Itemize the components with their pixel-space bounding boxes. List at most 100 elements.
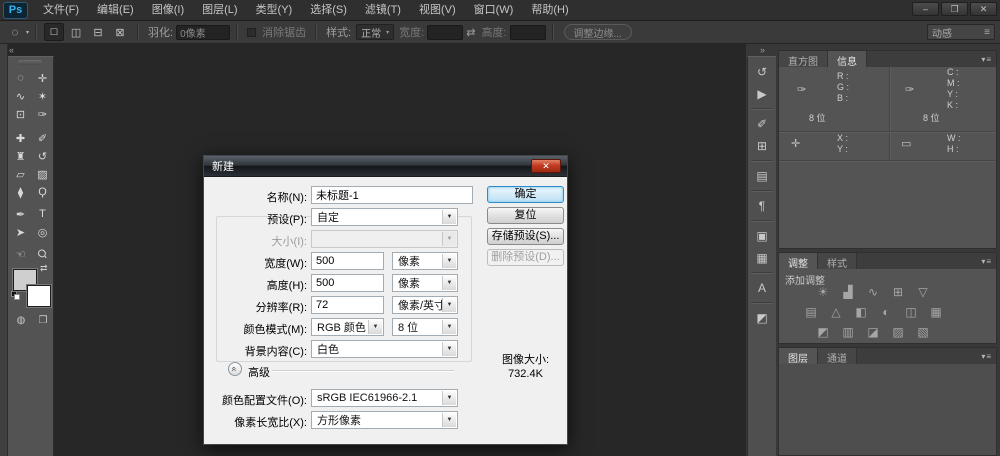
advanced-collapse-button[interactable]: «	[228, 362, 242, 376]
feather-input[interactable]	[176, 25, 230, 40]
panel-menu-icon[interactable]: ▾≡	[981, 55, 992, 64]
subtract-selection-mode-icon[interactable]: ⊟	[88, 23, 108, 41]
menu-help[interactable]: 帮助(H)	[522, 0, 577, 21]
screen-mode-button[interactable]: ❐	[33, 313, 53, 328]
blur-tool-icon[interactable]: ⧫	[10, 183, 31, 201]
hue-saturation-icon[interactable]: ▤	[803, 305, 819, 319]
menu-edit[interactable]: 编辑(E)	[88, 0, 143, 21]
tab-adjustments[interactable]: 调整	[779, 253, 818, 269]
curves-icon[interactable]: ∿	[865, 285, 881, 299]
menu-view[interactable]: 视图(V)	[410, 0, 465, 21]
name-input[interactable]	[311, 186, 473, 204]
clone-stamp-tool-icon[interactable]: ♜	[10, 147, 31, 165]
dialog-close-button[interactable]: ✕	[531, 159, 561, 173]
actions-panel-icon[interactable]: ▶	[751, 84, 773, 104]
menu-filter[interactable]: 滤镜(T)	[356, 0, 410, 21]
height-input[interactable]	[510, 25, 546, 40]
height-unit-dropdown[interactable]: 像素▼	[392, 274, 458, 292]
properties-panel-icon[interactable]: ▣	[751, 226, 773, 246]
swap-dimensions-icon[interactable]: ⇄	[466, 26, 475, 39]
type-tool-icon[interactable]: T	[32, 205, 53, 223]
marquee-tool-icon[interactable]: ◌	[5, 23, 25, 41]
vibrance-icon[interactable]: ▽	[915, 285, 931, 299]
path-selection-tool-icon[interactable]: ➤	[10, 223, 31, 241]
swap-colors-icon[interactable]: ⇄	[40, 263, 48, 274]
pixel-aspect-ratio-dropdown[interactable]: 方形像素▼	[311, 411, 458, 429]
history-panel-icon[interactable]: ↺	[751, 62, 773, 82]
levels-icon[interactable]: ▟	[840, 285, 856, 299]
photo-filter-icon[interactable]: ◐	[878, 305, 894, 319]
collapse-panels-chevron-icon[interactable]: »	[760, 45, 765, 55]
crop-tool-icon[interactable]: ⊡	[10, 105, 31, 123]
save-preset-button[interactable]: 存储预设(S)...	[487, 228, 564, 245]
antialias-checkbox[interactable]	[247, 28, 256, 37]
intersect-selection-mode-icon[interactable]: ⊠	[110, 23, 130, 41]
elliptical-marquee-tool-icon[interactable]: ◌	[10, 69, 31, 87]
tab-info[interactable]: 信息	[828, 51, 867, 67]
layer-comps-panel-icon[interactable]: ▤	[751, 166, 773, 186]
preset-dropdown[interactable]: 自定▼	[311, 208, 458, 226]
panel-menu-icon[interactable]: ▾≡	[981, 257, 992, 266]
tool-preset-caret-icon[interactable]: ▾	[26, 29, 29, 36]
new-selection-mode-icon[interactable]: □	[44, 23, 64, 41]
posterize-icon[interactable]: ▥	[840, 325, 856, 339]
dialog-title-bar[interactable]: 新建	[204, 156, 567, 177]
color-themes-panel-icon[interactable]: ◩	[751, 308, 773, 328]
style-dropdown[interactable]: 正常 ▾	[356, 24, 394, 40]
menu-window[interactable]: 窗口(W)	[465, 0, 523, 21]
tab-layers[interactable]: 图层	[779, 348, 818, 364]
lasso-tool-icon[interactable]: ∿	[10, 87, 31, 105]
quick-mask-button[interactable]: ◍	[11, 313, 31, 328]
collapse-tools-chevron-icon[interactable]: «	[9, 45, 14, 55]
tab-histogram[interactable]: 直方图	[779, 51, 828, 67]
brightness-contrast-icon[interactable]: ☀	[815, 285, 831, 299]
selective-color-icon[interactable]: ▨	[890, 325, 906, 339]
tools-panel-gripper[interactable]	[18, 60, 42, 65]
paragraph-styles-panel-icon[interactable]: ▦	[751, 248, 773, 268]
width-input[interactable]	[427, 25, 463, 40]
menu-image[interactable]: 图像(I)	[143, 0, 193, 21]
tab-channels[interactable]: 通道	[818, 348, 857, 364]
threshold-icon[interactable]: ◪	[865, 325, 881, 339]
eyedropper-tool-icon[interactable]: ✑	[32, 105, 53, 123]
resolution-unit-dropdown[interactable]: 像素/英寸▼	[392, 296, 458, 314]
eraser-tool-icon[interactable]: ▱	[10, 165, 31, 183]
color-mode-dropdown[interactable]: RGB 颜色▼	[311, 318, 384, 336]
add-selection-mode-icon[interactable]: ◫	[66, 23, 86, 41]
move-tool-icon[interactable]: ✛	[32, 69, 53, 87]
background-color-swatch[interactable]	[27, 285, 51, 307]
brush-presets-panel-icon[interactable]: ✐	[751, 114, 773, 134]
menu-type[interactable]: 类型(Y)	[247, 0, 302, 21]
menu-select[interactable]: 选择(S)	[301, 0, 356, 21]
healing-brush-tool-icon[interactable]: ✚	[10, 129, 31, 147]
gradient-map-icon[interactable]: ▧	[915, 325, 931, 339]
character-styles-panel-icon[interactable]: A	[751, 278, 773, 298]
dodge-tool-icon[interactable]: Ϙ	[32, 183, 53, 201]
width-input[interactable]	[311, 252, 384, 270]
pen-tool-icon[interactable]: ✒	[10, 205, 31, 223]
tab-styles[interactable]: 样式	[818, 253, 857, 269]
black-white-icon[interactable]: ◧	[853, 305, 869, 319]
color-profile-dropdown[interactable]: sRGB IEC61966-2.1▼	[311, 389, 458, 407]
clone-source-panel-icon[interactable]: ⊞	[751, 136, 773, 156]
height-input[interactable]	[311, 274, 384, 292]
menu-layer[interactable]: 图层(L)	[193, 0, 246, 21]
close-button[interactable]: ✕	[970, 2, 997, 16]
width-unit-dropdown[interactable]: 像素▼	[392, 252, 458, 270]
color-balance-icon[interactable]: △	[828, 305, 844, 319]
invert-icon[interactable]: ◩	[815, 325, 831, 339]
refine-edge-button[interactable]: 调整边缘...	[564, 24, 632, 40]
bit-depth-dropdown[interactable]: 8 位▼	[392, 318, 458, 336]
reset-button[interactable]: 复位	[487, 207, 564, 224]
menu-file[interactable]: 文件(F)	[34, 0, 88, 21]
workspace-switcher[interactable]: 动感 ≡	[927, 24, 995, 40]
background-contents-dropdown[interactable]: 白色▼	[311, 340, 458, 358]
color-lookup-icon[interactable]: ▦	[928, 305, 944, 319]
magic-wand-tool-icon[interactable]: ✶	[32, 87, 53, 105]
channel-mixer-icon[interactable]: ◫	[903, 305, 919, 319]
brush-tool-icon[interactable]: ✐	[32, 129, 53, 147]
gradient-tool-icon[interactable]: ▨	[32, 165, 53, 183]
restore-button[interactable]: ❐	[941, 2, 968, 16]
ok-button[interactable]: 确定	[487, 186, 564, 203]
exposure-icon[interactable]: ⊞	[890, 285, 906, 299]
